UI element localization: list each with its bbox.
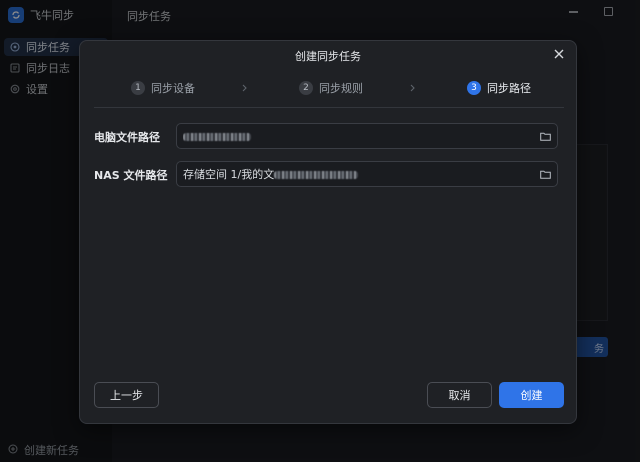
chevron-right-icon [408, 82, 418, 94]
create-sync-task-dialog: 创建同步任务 1 同步设备 2 同步规则 3 同步路径 电脑文件路径 NAS 文… [79, 40, 577, 424]
step-number: 1 [131, 81, 145, 95]
step-label: 同步设备 [151, 82, 195, 95]
nas-path-prefix: 存储空间 1/我的文 [183, 168, 275, 181]
pc-path-field[interactable] [176, 123, 558, 149]
nas-path-value: 存储空间 1/我的文 [183, 166, 533, 182]
stepper: 1 同步设备 2 同步规则 3 同步路径 [94, 77, 564, 99]
step-rules: 2 同步规则 [299, 77, 363, 99]
pc-path-value [183, 130, 533, 143]
step-paths: 3 同步路径 [467, 77, 531, 99]
step-devices: 1 同步设备 [131, 77, 195, 99]
nas-path-field[interactable]: 存储空间 1/我的文 [176, 161, 558, 187]
chevron-right-icon [240, 82, 250, 94]
folder-icon[interactable] [533, 124, 557, 148]
step-number: 2 [299, 81, 313, 95]
close-icon[interactable] [552, 47, 566, 61]
folder-icon[interactable] [533, 162, 557, 186]
step-number: 3 [467, 81, 481, 95]
dialog-title: 创建同步任务 [295, 50, 361, 63]
redacted-text [183, 132, 251, 141]
cancel-button[interactable]: 取消 [427, 382, 492, 408]
stepper-divider [94, 107, 564, 108]
previous-step-button[interactable]: 上一步 [94, 382, 159, 408]
step-label: 同步规则 [319, 82, 363, 95]
create-button[interactable]: 创建 [499, 382, 564, 408]
nas-path-label: NAS 文件路径 [94, 169, 168, 182]
step-label: 同步路径 [487, 82, 531, 95]
pc-path-label: 电脑文件路径 [94, 131, 160, 144]
redacted-text [274, 171, 359, 179]
